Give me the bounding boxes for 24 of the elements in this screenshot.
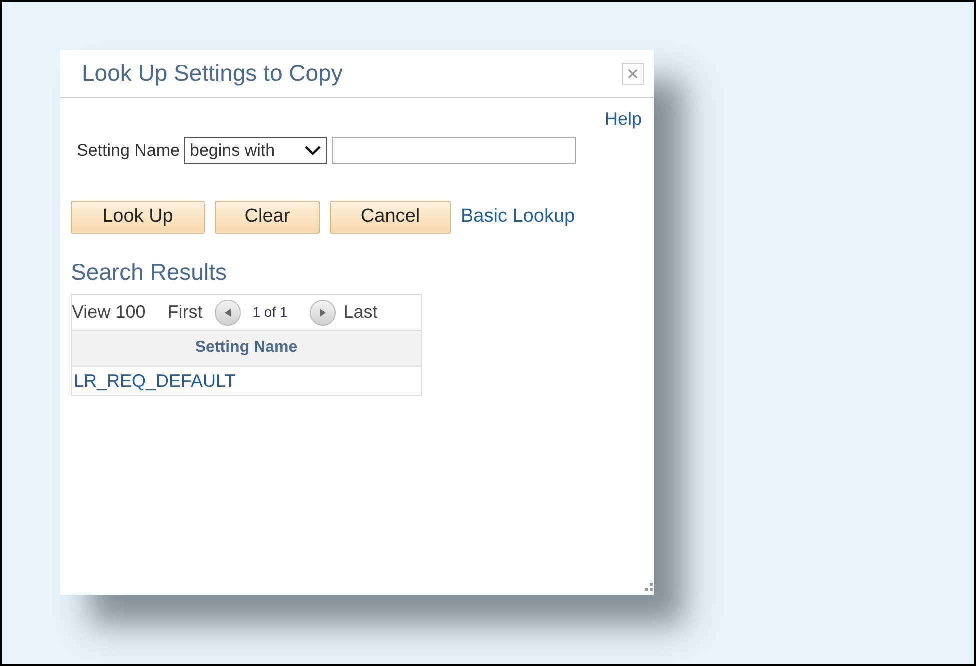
triangle-left-icon (224, 308, 231, 316)
resize-grip-icon (645, 583, 653, 592)
triangle-right-icon (320, 308, 326, 316)
close-icon (628, 68, 638, 78)
dialog-title: Look Up Settings to Copy (82, 59, 343, 88)
basic-lookup-link[interactable]: Basic Lookup (461, 203, 576, 232)
close-button[interactable] (622, 62, 644, 84)
page-count: 1 of 1 (252, 303, 288, 322)
help-link[interactable]: Help (604, 106, 642, 133)
last-link[interactable]: Last (344, 299, 378, 326)
column-header: Setting Name (72, 331, 421, 365)
first-link[interactable]: First (168, 299, 203, 326)
field-label: Setting Name (77, 140, 180, 162)
action-button[interactable]: Cancel (330, 201, 451, 234)
operator-dropdown[interactable]: begins with (184, 137, 327, 164)
next-button[interactable] (310, 300, 336, 326)
section-title: Search Results (71, 258, 228, 286)
previous-button[interactable] (214, 300, 241, 326)
action-button[interactable]: Look Up (71, 201, 205, 234)
chevron-down-icon (305, 146, 321, 156)
view-link[interactable]: View 100 (72, 299, 146, 326)
search-field[interactable] (332, 137, 576, 164)
result-link[interactable]: LR_REQ_DEFAULT (72, 367, 421, 395)
action-button[interactable]: Clear (215, 201, 320, 234)
